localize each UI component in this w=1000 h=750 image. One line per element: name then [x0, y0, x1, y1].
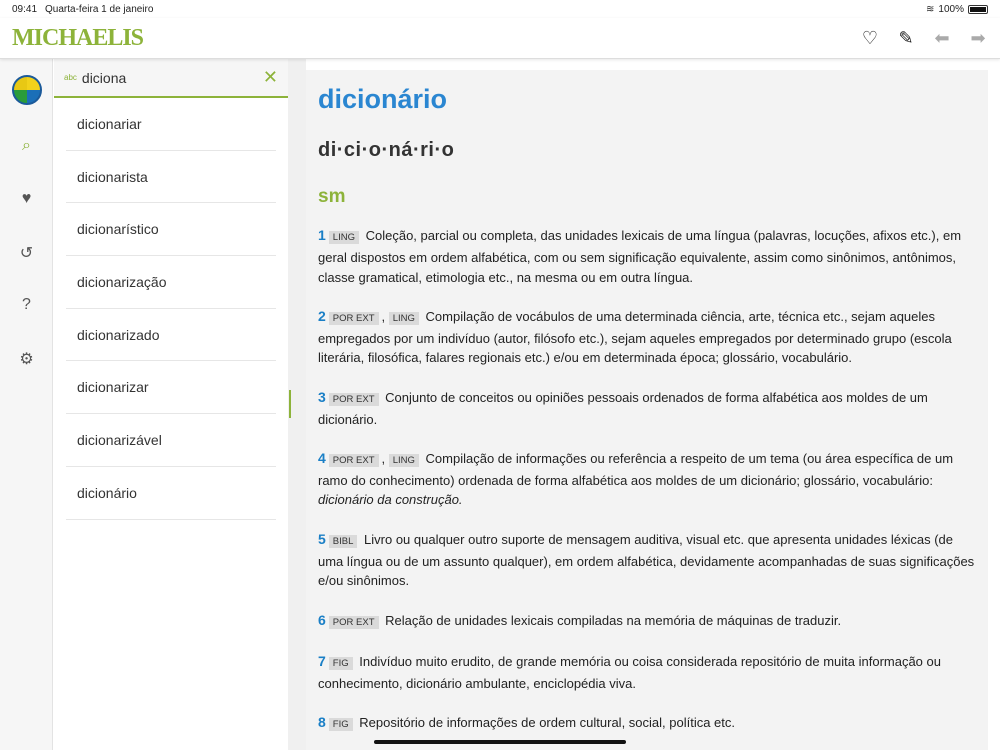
suggestion-item[interactable]: dicionarístico	[66, 203, 276, 257]
help-icon[interactable]: ?	[0, 296, 53, 314]
keyboard-hint: abc	[64, 73, 77, 82]
definition-text: Coleção, parcial ou completa, das unidad…	[318, 228, 962, 285]
entry-syllables: di·ci·o·ná·ri·o	[318, 139, 455, 161]
definition-3: 3 POR EXT Conjunto de conceitos ou opiniõ…	[318, 388, 976, 430]
definition-4: 4 POR EXT, LING Compilação de informações…	[318, 449, 954, 508]
battery-percent: 100%	[938, 3, 964, 15]
usage-tag: FIG	[328, 718, 353, 732]
definition-number: 6	[318, 611, 326, 628]
app-header: MICHAELIS ♡ ✎ ⬅ ➡	[0, 18, 1000, 59]
suggestion-item[interactable]: dicionarização	[66, 256, 276, 309]
definition-text: Indivíduo muito erudito, de grande memór…	[318, 653, 941, 691]
definitions: 1 LING Coleção, parcial ou completa, das …	[318, 226, 976, 735]
word-class: sm	[318, 186, 346, 207]
definition-6: 6 POR EXT Relação de unidades lexicais co…	[318, 611, 976, 633]
heart-outline-icon[interactable]: ♡	[860, 28, 880, 49]
usage-tag: POR EXT	[328, 311, 379, 325]
clear-icon[interactable]: ✕	[263, 67, 278, 88]
definition-1: 1 LING Coleção, parcial ou completa, das …	[318, 226, 976, 287]
definition-text: Relação de unidades lexicais compiladas …	[385, 612, 842, 628]
definition-example: dicionário da construção.	[318, 492, 463, 508]
suggestion-item[interactable]: dicionarista	[66, 151, 276, 204]
definition-number: 2	[318, 307, 326, 324]
suggestion-item[interactable]: dicionarizado	[66, 309, 276, 362]
definition-number: 3	[318, 388, 326, 405]
search-input[interactable]	[81, 69, 263, 86]
battery-icon	[968, 4, 988, 14]
entry-panel: dicionário di·ci·o·ná·ri·o sm 1 LING Cole…	[306, 70, 988, 750]
search-icon[interactable]: ⌕	[0, 137, 53, 155]
settings-icon[interactable]: ⚙	[0, 349, 53, 369]
scrollbar[interactable]	[289, 390, 291, 418]
usage-tag: POR EXT	[328, 615, 379, 629]
suggestion-item[interactable]: dicionariar	[66, 98, 276, 151]
usage-tag: LING	[388, 311, 419, 325]
suggestion-item[interactable]: dicionário	[66, 467, 276, 520]
wifi-icon: ≋	[926, 3, 935, 15]
suggestion-item[interactable]: dicionarizar	[66, 361, 276, 415]
status-date: Quarta-feira 1 de janeiro	[45, 3, 154, 15]
sidebar-rail: ⌕ ♥ ↺ ? ⚙	[0, 59, 53, 750]
definition-number: 8	[318, 714, 326, 731]
search-box: abc ✕	[54, 59, 288, 98]
definition-text: Livro ou qualquer outro suporte de mensa…	[318, 531, 975, 589]
definition-text: Conjunto de conceitos ou opiniões pessoa…	[318, 389, 928, 427]
usage-tag: POR EXT	[328, 392, 379, 406]
entry-headword: dicionário	[318, 84, 448, 114]
usage-tag: POR EXT	[328, 453, 379, 467]
michaelis-logo[interactable]: MICHAELIS	[12, 25, 144, 52]
definition-7: 7 FIG Indivíduo muito erudito, de grande …	[318, 652, 976, 694]
history-icon[interactable]: ↺	[0, 243, 53, 263]
definition-5: 5 BIBL Livro ou qualquer outro suporte de…	[318, 530, 976, 591]
definition-8: 8 FIG Repositório de informações de ordem…	[318, 713, 976, 735]
usage-tag: FIG	[328, 656, 353, 670]
search-panel: abc ✕ dicionariardicionaristadicionaríst…	[54, 59, 288, 750]
status-time: 09:41	[12, 3, 38, 15]
usage-tag: LING	[328, 231, 359, 244]
definition-text: Repositório de informações de ordem cult…	[359, 715, 736, 731]
definition-number: 4	[318, 449, 326, 466]
status-bar: 09:41 Quarta-feira 1 de janeiro ≋ 100%	[0, 0, 1000, 18]
home-indicator[interactable]	[374, 740, 626, 744]
pencil-icon[interactable]: ✎	[896, 28, 916, 49]
usage-tag: BIBL	[328, 534, 358, 548]
suggestion-item[interactable]: dicionarizável	[66, 414, 276, 467]
globe-logo-icon[interactable]	[12, 75, 42, 105]
definition-number: 5	[318, 530, 326, 547]
arrow-back-icon[interactable]: ⬅	[932, 28, 952, 49]
definition-2: 2 POR EXT, LING Compilação de vocábulos d…	[318, 307, 952, 366]
arrow-forward-icon[interactable]: ➡	[968, 28, 988, 49]
definition-number: 7	[318, 652, 326, 669]
usage-tag: LING	[388, 453, 419, 467]
suggestion-list: dicionariar dicionarista dicionarístico dic…	[54, 98, 288, 520]
definition-number: 1	[318, 227, 326, 243]
heart-icon[interactable]: ♥	[0, 190, 53, 208]
